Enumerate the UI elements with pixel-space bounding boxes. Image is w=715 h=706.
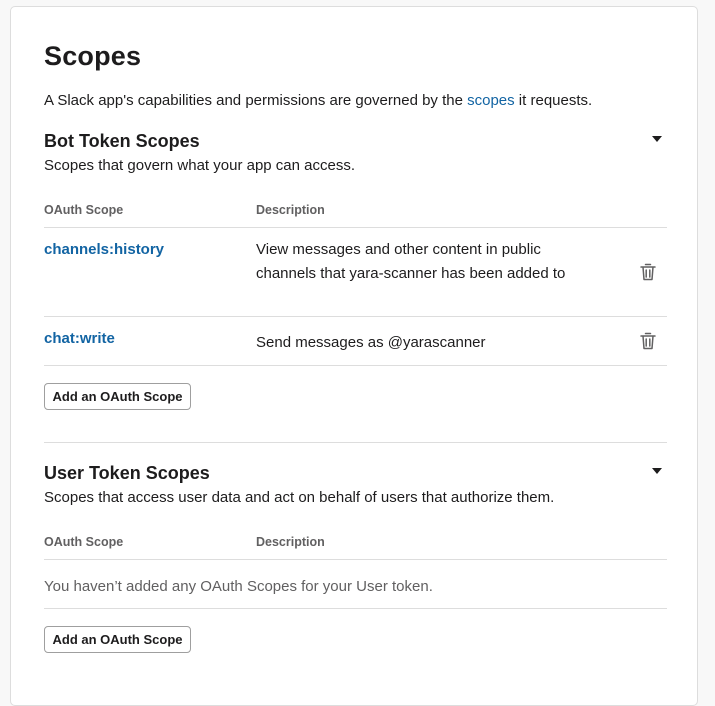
scope-name[interactable]: chat:write [44,330,115,347]
divider [44,227,667,228]
bot-scopes-subtitle: Scopes that govern what your app can acc… [44,157,356,174]
divider [44,608,667,609]
empty-scopes-message: You haven’t added any OAuth Scopes for y… [44,578,433,595]
user-col-description: Description [256,535,325,549]
trash-icon[interactable] [640,332,656,350]
divider [44,559,667,560]
scopes-link[interactable]: scopes [467,92,515,109]
bot-scopes-title: Bot Token Scopes [44,131,200,151]
caret-down-icon[interactable] [652,468,662,474]
section-divider [44,442,667,443]
caret-down-icon[interactable] [652,136,662,142]
scopes-card: Scopes A Slack app's capabilities and pe… [10,6,698,706]
add-bot-oauth-scope-button[interactable]: Add an OAuth Scope [44,383,191,410]
page-title: Scopes [44,41,142,71]
bot-col-oauth-scope: OAuth Scope [44,203,124,217]
trash-icon[interactable] [640,263,656,281]
user-col-oauth-scope: OAuth Scope [44,535,124,549]
user-scopes-subtitle: Scopes that access user data and act on … [44,489,555,506]
add-user-oauth-scope-button[interactable]: Add an OAuth Scope [44,626,191,653]
intro-text: A Slack app's capabilities and permissio… [44,92,593,109]
scope-name[interactable]: channels:history [44,241,164,258]
divider [44,316,667,317]
scope-description: Send messages as @yarascanner [256,334,486,351]
user-scopes-title: User Token Scopes [44,463,210,483]
divider [44,365,667,366]
scope-description: View messages and other content in publi… [256,241,566,282]
bot-col-description: Description [256,203,325,217]
